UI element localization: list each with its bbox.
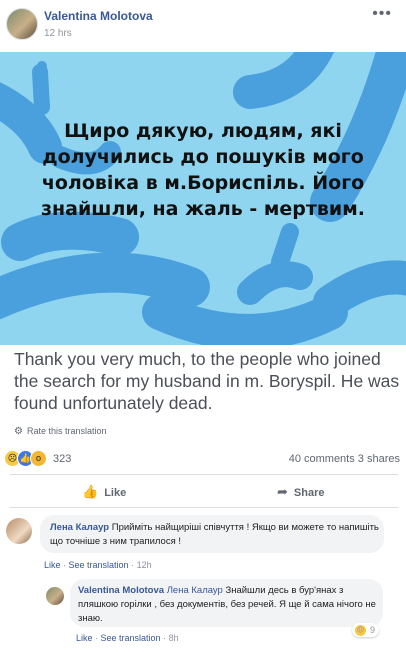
post-background-banner: Щиро дякую, людям, які долучились до пош… [0,52,406,345]
post-action-bar: 👍 Like ➦ Share [0,478,406,508]
author-name[interactable]: Valentina Molotova [44,9,153,23]
gear-icon: ⚙ [14,426,23,437]
like-label: Like [104,487,127,499]
reply-reaction-count: 9 [370,625,376,635]
divider [10,474,398,475]
comment-like-link[interactable]: Like [44,560,61,570]
post-header: Valentina Molotova 12 hrs ••• [0,0,406,52]
thumbs-up-icon: 👍 [82,484,99,499]
sad-reaction-icon: ☹ [354,624,367,638]
author-avatar[interactable] [6,8,38,40]
comment-see-translation-link[interactable]: See translation [69,560,129,570]
rate-translation-label: Rate this translation [26,426,107,436]
reply-see-translation-link[interactable]: See translation [101,633,161,643]
reply-like-link[interactable]: Like [76,633,93,643]
comment-meta: Like · See translation · 12h [44,560,152,570]
comment-body: Лена Калаур Прийміть найщиріші співчуття… [50,521,380,549]
reply-reactions[interactable]: ☹ 9 [352,623,380,638]
reply-mention[interactable]: Лена Калаур [167,585,223,596]
banner-message: Щиро дякую, людям, які долучились до пош… [41,120,365,220]
wow-reaction-icon: o [30,450,47,468]
share-arrow-icon: ➦ [277,484,288,499]
rate-translation-link[interactable]: ⚙ Rate this translation [14,426,107,437]
like-button[interactable]: 👍 Like [82,484,126,500]
engagement-counts: 40 comments 3 shares [289,453,400,465]
share-button[interactable]: ➦ Share [277,484,324,500]
reaction-summary[interactable]: ☹ 👍 o 323 [4,450,71,468]
reply-time[interactable]: 8h [169,633,179,643]
divider [10,507,398,508]
reply-author-avatar[interactable] [46,587,64,605]
post-translation: Thank you very much, to the people who j… [14,349,400,413]
share-label: Share [293,487,325,499]
comments-count[interactable]: 40 comments [289,453,355,465]
reply-meta: Like · See translation · 8h [76,633,179,643]
comment-author[interactable]: Лена Калаур [50,522,109,533]
reaction-count: 323 [53,452,72,465]
more-options-icon[interactable]: ••• [372,5,392,23]
shares-count[interactable]: 3 shares [358,453,400,465]
reply-author[interactable]: Valentina Molotova [78,585,164,596]
reply-body: Valentina Molotova Лена Калаур Знайшли д… [78,584,378,626]
comment-time[interactable]: 12h [137,560,152,570]
post-timestamp[interactable]: 12 hrs [44,28,72,39]
commenter-avatar[interactable] [6,518,32,544]
